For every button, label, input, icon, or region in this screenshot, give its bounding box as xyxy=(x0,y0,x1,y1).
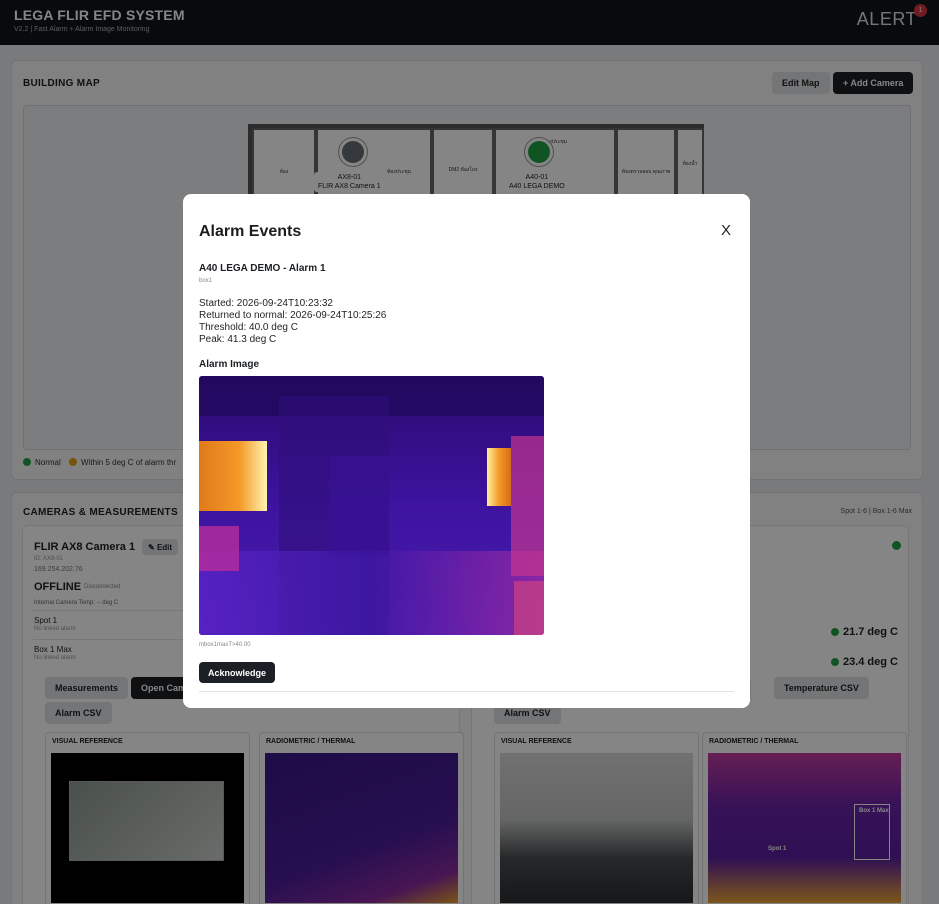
acknowledge-button[interactable]: Acknowledge xyxy=(199,662,276,683)
alarm-image-caption: mbox1maxT>40.00 xyxy=(199,642,251,648)
modal-divider xyxy=(199,691,734,692)
alarm-image-title: Alarm Image xyxy=(199,359,260,370)
alarm-events-modal: Alarm Events X A40 LEGA DEMO - Alarm 1 b… xyxy=(183,194,750,708)
modal-title: Alarm Events xyxy=(199,223,302,240)
event-title: A40 LEGA DEMO - Alarm 1 xyxy=(199,263,326,274)
event-returned: Returned to normal: 2026-09-24T10:25:26 xyxy=(199,310,387,321)
event-threshold: Threshold: 40.0 deg C xyxy=(199,322,298,333)
event-started: Started: 2026-09-24T10:23:32 xyxy=(199,298,333,309)
close-button[interactable]: X xyxy=(721,222,731,239)
event-source: box1 xyxy=(199,278,213,284)
alarm-image xyxy=(199,376,544,635)
event-peak: Peak: 41.3 deg C xyxy=(199,334,277,345)
